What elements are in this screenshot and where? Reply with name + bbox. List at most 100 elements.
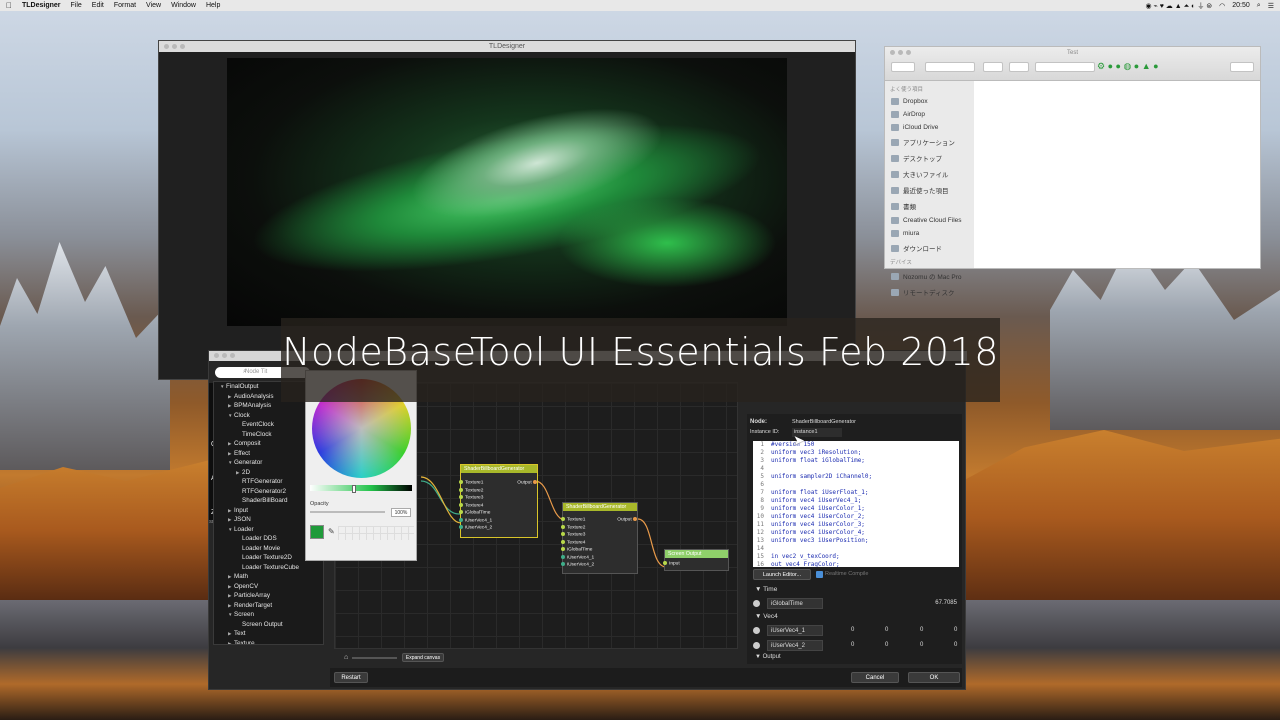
sidebar-item-desktop[interactable]: デスクトップ <box>885 150 974 166</box>
code-line[interactable]: 2 uniform vec3 iResolution; <box>753 449 959 457</box>
port-input[interactable]: iGlobalTime <box>561 547 592 552</box>
port-output[interactable]: Output <box>617 517 639 522</box>
code-line[interactable]: 14 <box>753 545 959 553</box>
code-line[interactable]: 9 uniform vec4 iUserColor_1; <box>753 505 959 513</box>
tree-item[interactable]: ▶ ParticleArray <box>214 591 323 601</box>
share-tags-buttons[interactable] <box>1035 62 1095 72</box>
node-shader-generator-2[interactable]: ShaderBillboardGenerator Texture1 Textur… <box>561 502 639 574</box>
code-line[interactable]: 6 <box>753 481 959 489</box>
port-input[interactable]: Texture2 <box>561 524 585 530</box>
time-section-header[interactable]: ▼ Time <box>755 586 777 593</box>
action-button[interactable] <box>1009 62 1029 72</box>
window-controls[interactable] <box>214 353 235 358</box>
menu-format[interactable]: Format <box>114 2 136 9</box>
expand-canvas-button[interactable]: Expand canvas <box>402 653 444 662</box>
port-input[interactable]: iUserVec4_2 <box>459 525 492 530</box>
back-forward-buttons[interactable] <box>891 62 915 72</box>
sidebar-item-icloud[interactable]: iCloud Drive <box>885 121 974 134</box>
sidebar-item-applications[interactable]: アプリケーション <box>885 134 974 150</box>
port-input[interactable]: Texture4 <box>459 502 483 508</box>
wifi-icon[interactable]: ◠ <box>1219 2 1225 10</box>
port-input[interactable]: Texture3 <box>459 495 483 500</box>
port-input[interactable]: iGlobalTime <box>459 510 490 515</box>
code-line[interactable]: 10 uniform vec4 iUserColor_2; <box>753 513 959 521</box>
menu-file[interactable]: File <box>71 2 82 9</box>
launch-editor-button[interactable]: Launch Editor... <box>753 569 811 580</box>
reset-icon[interactable] <box>753 600 760 607</box>
param-value[interactable]: 0 <box>954 627 957 633</box>
menu-window[interactable]: Window <box>171 2 196 9</box>
notification-icon[interactable]: ☰ <box>1268 2 1274 10</box>
port-input[interactable]: Texture4 <box>561 539 585 545</box>
code-line[interactable]: 1 #version 150 <box>753 441 959 449</box>
cancel-button[interactable]: Cancel <box>851 672 899 683</box>
node-shader-generator-1[interactable]: ShaderBillboardGenerator Texture1 Textur… <box>459 464 539 538</box>
color-swatches-grid[interactable] <box>338 526 414 540</box>
sidebar-item-dropbox[interactable]: Dropbox <box>885 95 974 108</box>
tree-item[interactable]: ▶ Text <box>214 629 323 639</box>
port-input[interactable]: Texture1 <box>459 480 483 485</box>
search-icon[interactable]: ⌕ <box>1257 2 1261 10</box>
toolbar-app-icons[interactable]: ⚙ ● ● ◍ ● ▲ ● <box>1097 61 1159 72</box>
param-value[interactable]: 0 <box>885 627 888 633</box>
sidebar-item-creative-cloud[interactable]: Creative Cloud Files <box>885 214 974 227</box>
slider-thumb[interactable] <box>352 485 356 493</box>
shader-code-editor[interactable]: 1 #version 150 2 uniform vec3 iResolution; 3… <box>753 441 959 567</box>
sidebar-item-downloads[interactable]: ダウンロード <box>885 240 974 256</box>
menu-help[interactable]: Help <box>206 2 220 9</box>
menu-view[interactable]: View <box>146 2 161 9</box>
sidebar-item-large-files[interactable]: 大きいファイル <box>885 166 974 182</box>
sidebar-item-recents[interactable]: 最近使った項目 <box>885 182 974 198</box>
home-icon[interactable]: ⌂ <box>344 654 348 661</box>
apple-icon[interactable]:  <box>6 1 12 10</box>
opacity-slider[interactable] <box>310 511 385 513</box>
sidebar-item-airdrop[interactable]: AirDrop <box>885 108 974 121</box>
vec4-section-header[interactable]: ▼ Vec4 <box>755 613 778 620</box>
code-line[interactable]: 8 uniform vec4 iUserVec4_1; <box>753 497 959 505</box>
tree-item[interactable]: ▶ RenderTarget <box>214 601 323 611</box>
param-value[interactable]: 0 <box>920 627 923 633</box>
zoom-slider[interactable] <box>352 657 397 659</box>
tree-item[interactable]: ▶ Math <box>214 572 323 582</box>
port-output[interactable]: Output <box>517 480 539 485</box>
sidebar-item-home[interactable]: miura <box>885 227 974 240</box>
param-value[interactable]: 0 <box>954 642 957 648</box>
code-line[interactable]: 11 uniform vec4 iUserColor_3; <box>753 521 959 529</box>
realtime-compile-checkbox[interactable] <box>816 571 823 578</box>
tree-item[interactable]: Screen Output <box>214 620 323 630</box>
tree-item[interactable]: Loader TextureCube <box>214 563 323 573</box>
port-input[interactable]: Texture2 <box>459 487 483 493</box>
view-mode-buttons[interactable] <box>925 62 975 72</box>
code-line[interactable]: 16 out vec4 FragColor; <box>753 561 959 567</box>
clock[interactable]: 20:50 <box>1232 2 1250 9</box>
tree-item[interactable]: ▼ Screen <box>214 610 323 620</box>
status-icons[interactable]: ◉ ⌁ ♥ ☁ ▲ ⏶ ◐ ⏚ ⊜ <box>1145 1 1212 11</box>
code-line[interactable]: 7 uniform float iUserFloat_1; <box>753 489 959 497</box>
menu-edit[interactable]: Edit <box>92 2 104 9</box>
restart-button[interactable]: Restart <box>334 672 368 683</box>
code-line[interactable]: 13 uniform vec3 iUserPosition; <box>753 537 959 545</box>
code-line[interactable]: 4 <box>753 465 959 473</box>
param-value[interactable]: 67.7085 <box>935 600 957 606</box>
output-section-header[interactable]: ▼ Output <box>755 654 781 660</box>
eyedropper-icon[interactable]: ✎ <box>328 527 335 536</box>
arrange-button[interactable] <box>983 62 1003 72</box>
sidebar-item-remote-disc[interactable]: リモートディスク <box>885 284 974 300</box>
port-input[interactable]: iUserVec4_1 <box>561 554 594 560</box>
brightness-slider[interactable] <box>310 485 412 491</box>
param-value[interactable]: 0 <box>885 642 888 648</box>
opacity-value-field[interactable]: 100% <box>391 508 411 517</box>
window-controls[interactable] <box>164 44 185 49</box>
sidebar-item-mac-pro[interactable]: Nozomu の Mac Pro <box>885 268 974 284</box>
current-color-swatch[interactable] <box>310 525 324 539</box>
tree-item[interactable]: ▶ Texture <box>214 639 323 645</box>
port-input[interactable]: Texture1 <box>561 517 585 522</box>
reset-icon[interactable] <box>753 627 760 634</box>
reset-icon[interactable] <box>753 642 760 649</box>
param-value[interactable]: 0 <box>851 627 854 633</box>
menu-app-name[interactable]: TLDesigner <box>22 2 61 9</box>
port-input[interactable]: iUserVec4_1 <box>459 517 492 523</box>
code-line[interactable]: 15 in vec2 v_texCoord; <box>753 553 959 561</box>
code-line[interactable]: 5 uniform sampler2D iChannel0; <box>753 473 959 481</box>
param-value[interactable]: 0 <box>920 642 923 648</box>
